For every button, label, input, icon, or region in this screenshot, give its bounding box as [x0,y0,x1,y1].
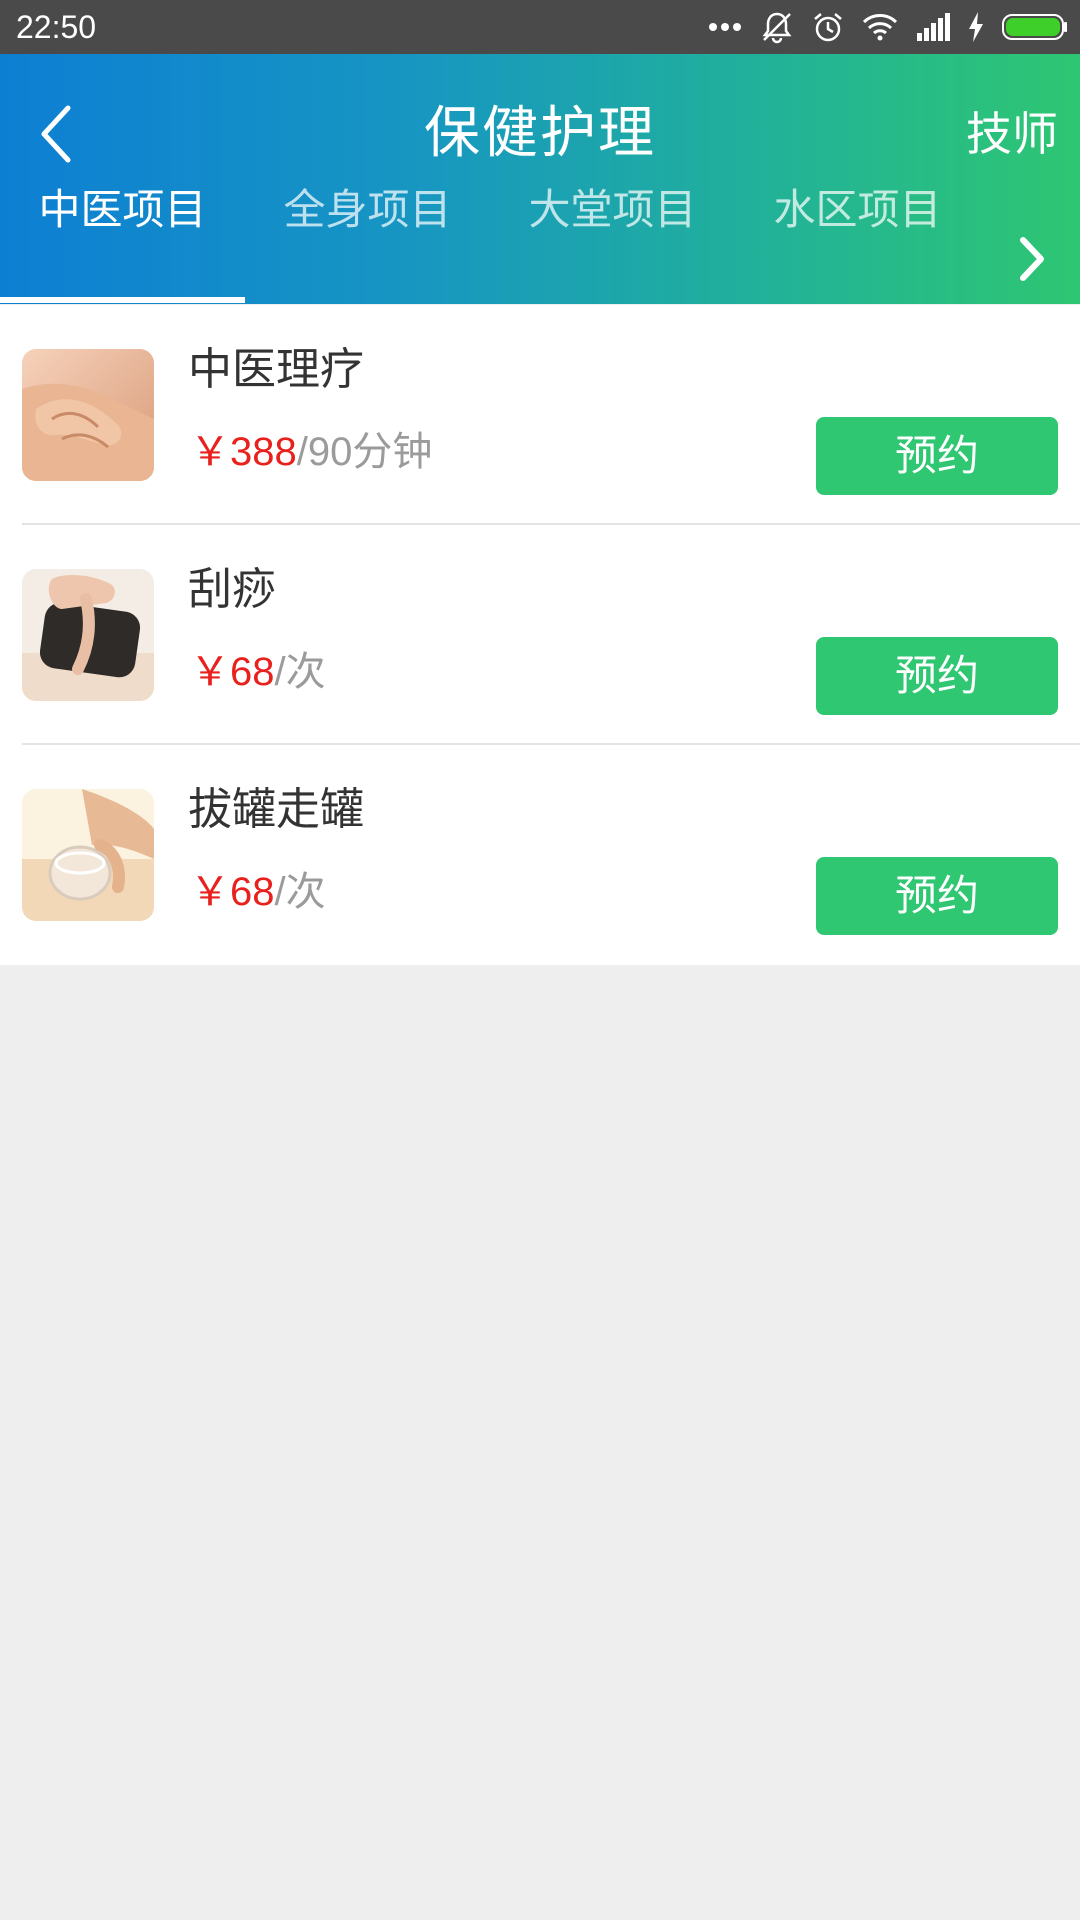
technician-button[interactable]: 技师 [966,99,1058,169]
page-title: 保健护理 [424,101,656,166]
service-price: ￥68 [190,870,275,914]
tabs-next-button[interactable] [1002,224,1062,294]
service-unit: /次 [274,870,326,914]
tab-tcm[interactable]: 中医项目 [0,170,245,250]
service-price: ￥388 [190,430,297,474]
service-unit: /次 [274,650,326,694]
list-item: 拔罐走罐 ￥68/次 预约 [0,745,1080,965]
more-dots-icon [709,23,741,31]
tab-water-area[interactable]: 水区项目 [735,170,980,250]
charging-icon [969,12,983,42]
service-price: ￥68 [190,650,275,694]
signal-icon [917,13,950,41]
service-image-massage [22,349,154,481]
price-row: ￥68/次 [190,862,326,922]
service-name: 刮痧 [188,564,276,615]
mute-bell-icon [762,12,792,44]
active-tab-indicator [0,297,245,303]
category-tabs: 中医项目 全身项目 大堂项目 水区项目 [0,170,1080,250]
book-button[interactable]: 预约 [816,637,1058,715]
battery-icon [1002,14,1067,40]
tab-lobby[interactable]: 大堂项目 [490,170,735,250]
service-list: 中医理疗 ￥388/90分钟 预约 刮痧 ￥68/次 预约 拔罐走罐 ￥68/次… [0,305,1080,965]
list-item: 刮痧 ￥68/次 预约 [0,525,1080,745]
status-time: 22:50 [16,9,97,45]
price-row: ￥68/次 [190,642,326,702]
status-bar: 22:50 [0,0,1080,54]
alarm-icon [814,13,842,42]
wifi-icon [862,14,898,41]
price-row: ￥388/90分钟 [190,422,432,482]
chevron-right-icon [1020,237,1044,281]
service-name: 中医理疗 [188,344,364,395]
service-image-scraping [22,569,154,701]
tab-full-body[interactable]: 全身项目 [245,170,490,250]
service-name: 拔罐走罐 [188,784,364,835]
service-image-cupping [22,789,154,921]
book-button[interactable]: 预约 [816,857,1058,935]
list-item: 中医理疗 ￥388/90分钟 预约 [0,305,1080,525]
service-unit: /90分钟 [296,430,433,474]
status-icons [708,8,1068,46]
book-button[interactable]: 预约 [816,417,1058,495]
